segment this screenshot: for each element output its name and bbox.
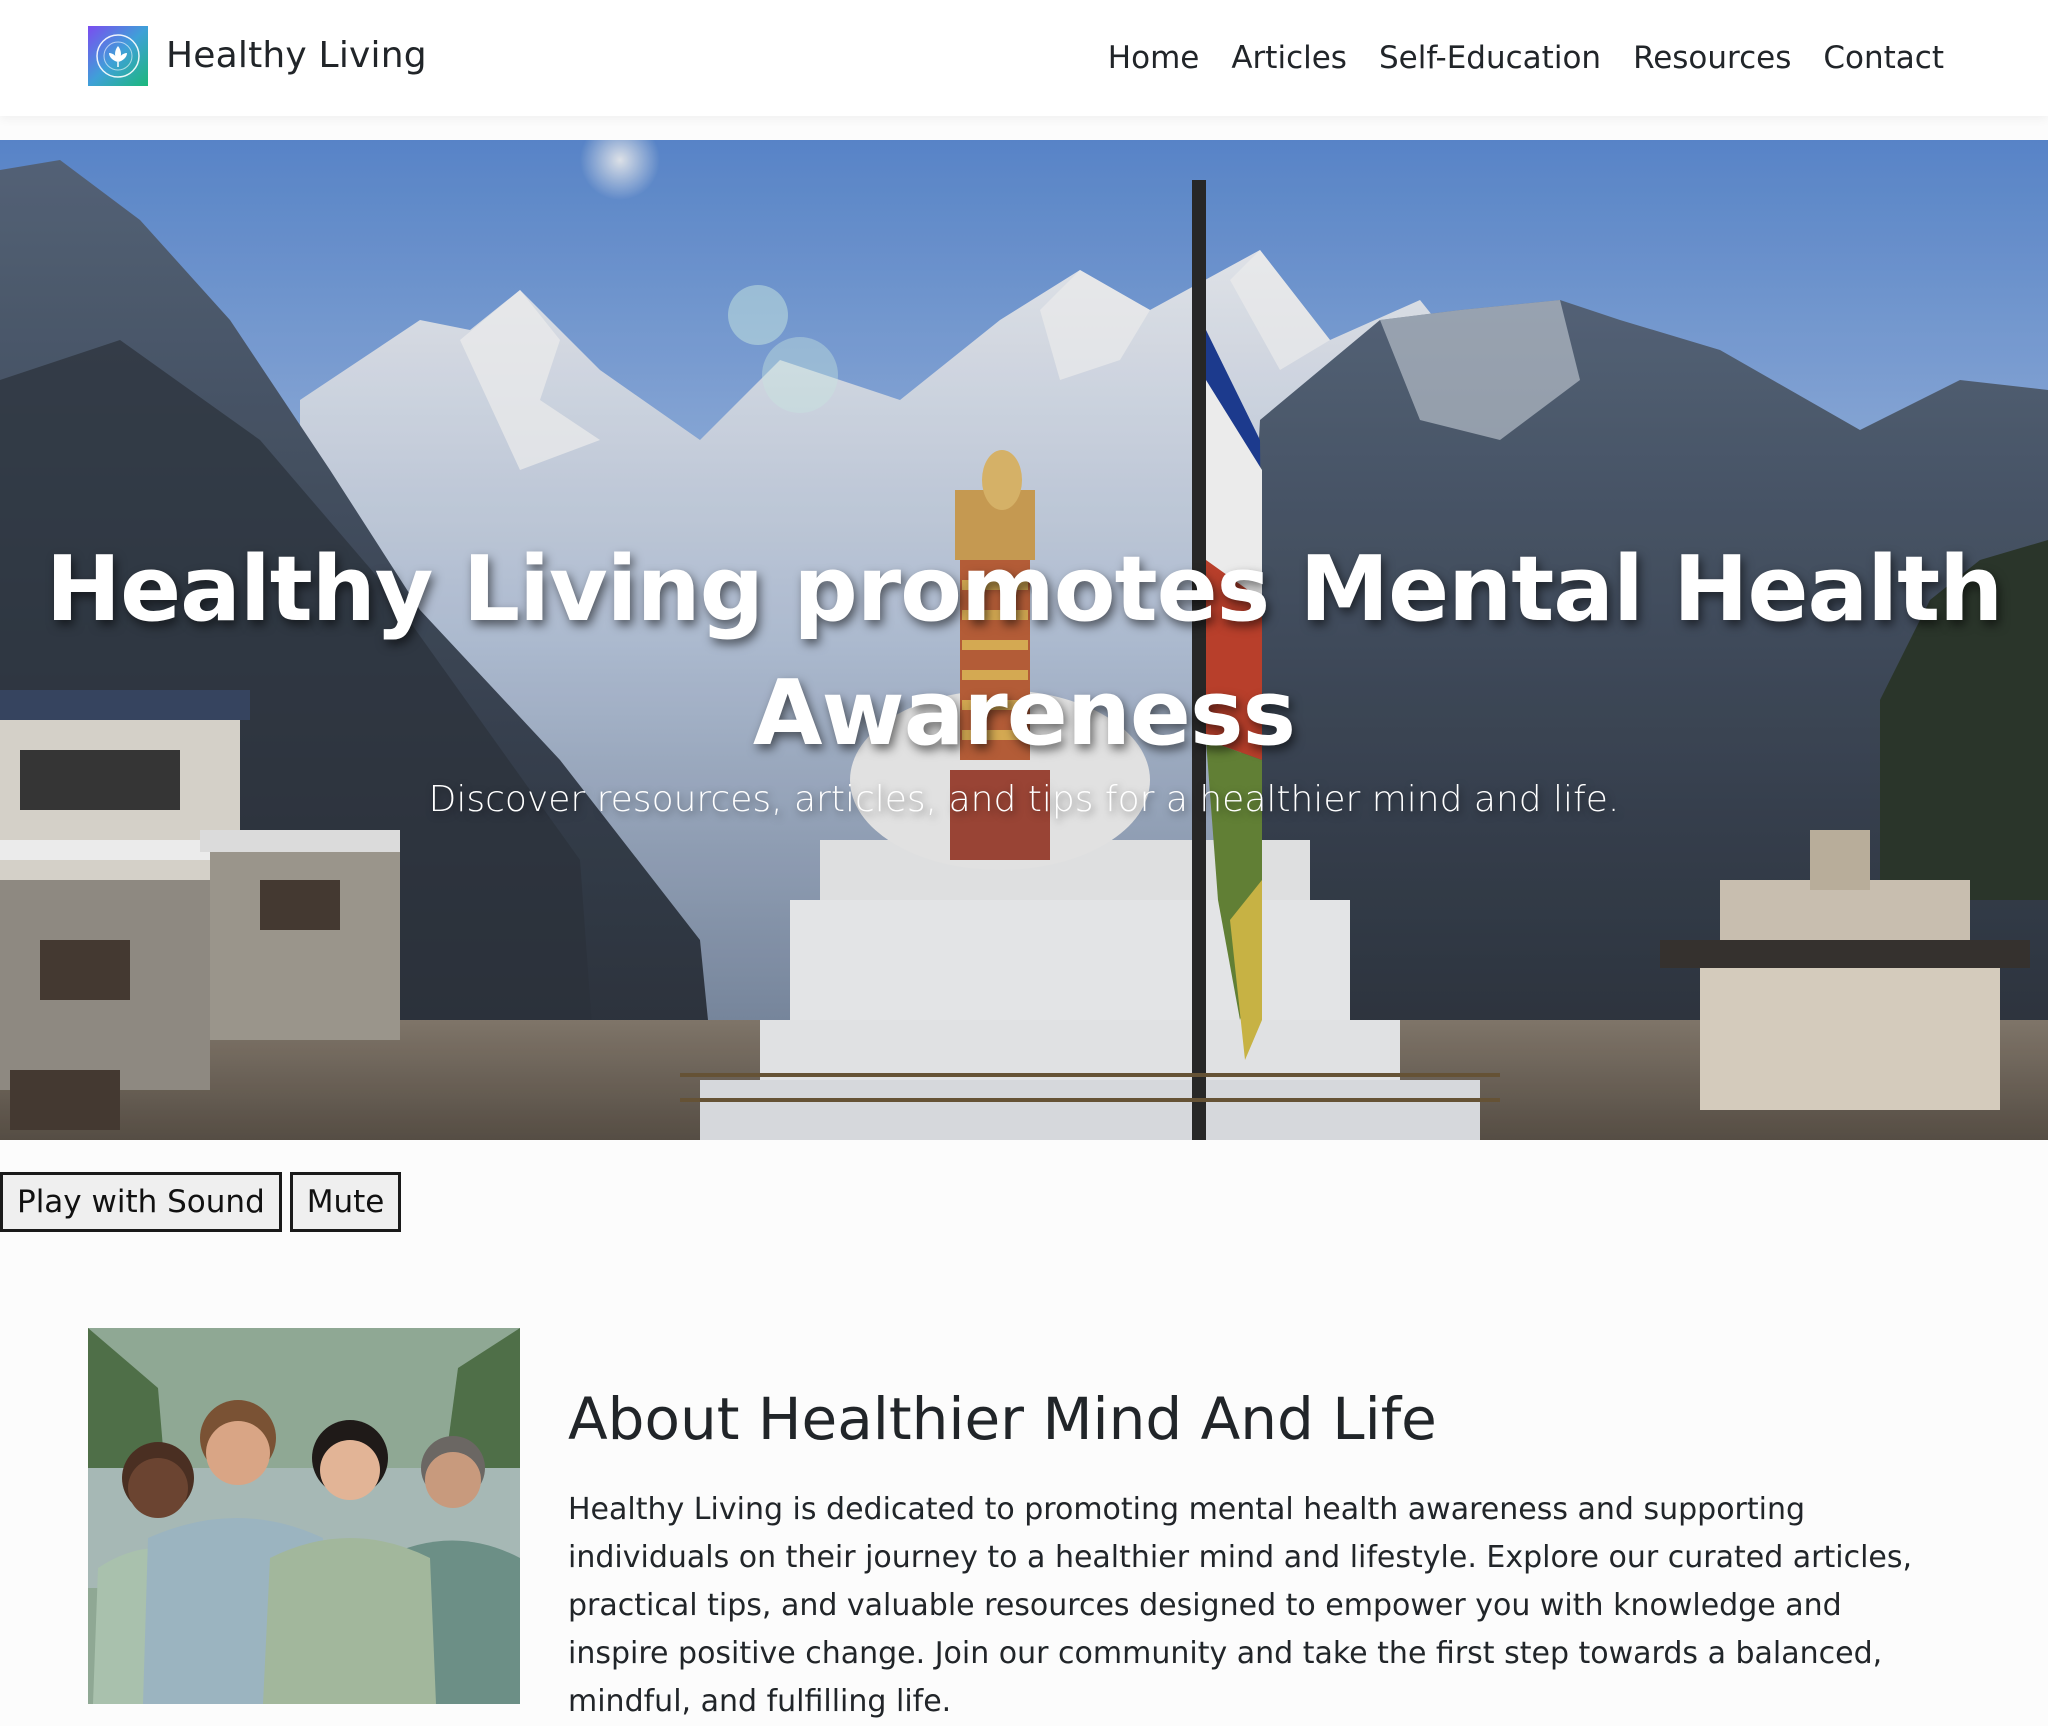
about-text: Healthy Living is dedicated to promoting… — [568, 1492, 1913, 1719]
play-with-sound-button[interactable]: Play with Sound — [0, 1172, 282, 1232]
nav-link-contact[interactable]: Contact — [1807, 38, 1944, 78]
nav-link-self-education[interactable]: Self-Education — [1363, 38, 1617, 78]
main-nav: Home Articles Self-Education Resources C… — [1092, 38, 1944, 78]
about-title: About Healthier Mind And Life — [568, 1385, 1437, 1453]
navbar: Healthy Living Home Articles Self-Educat… — [0, 0, 2048, 116]
video-controls: Play with Sound Mute — [0, 1172, 402, 1232]
nav-link-resources[interactable]: Resources — [1617, 38, 1807, 78]
about-image — [88, 1328, 520, 1704]
hero-subtitle: Discover resources, articles, and tips f… — [428, 779, 1620, 820]
nav-link-articles[interactable]: Articles — [1215, 38, 1363, 78]
hero-section: Healthy Living promotes Mental Health Aw… — [0, 140, 2048, 1140]
lotus-logo-icon — [88, 26, 148, 86]
hero-title: Healthy Living promotes Mental Health Aw… — [45, 537, 2003, 766]
brand-name: Healthy Living — [166, 35, 427, 76]
nav-link-home[interactable]: Home — [1092, 38, 1216, 78]
mute-button[interactable]: Mute — [289, 1172, 402, 1232]
brand-link[interactable]: Healthy Living — [88, 26, 427, 86]
